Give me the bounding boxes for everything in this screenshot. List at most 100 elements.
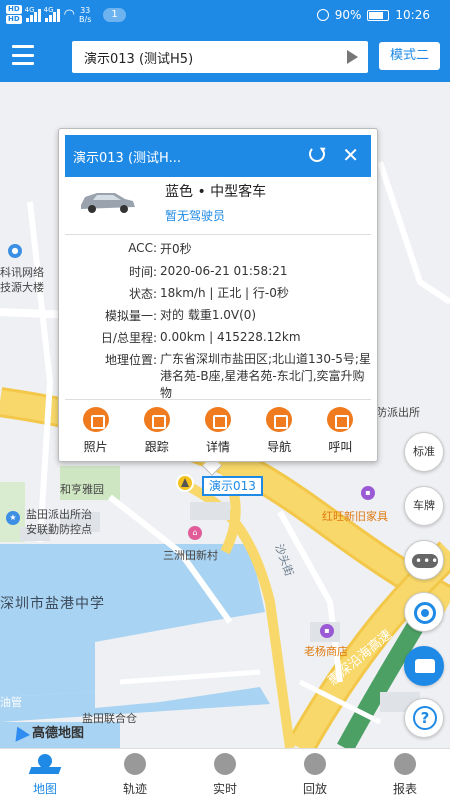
speed-value: 33 <box>80 5 91 15</box>
close-icon[interactable]: ✕ <box>342 142 359 168</box>
tab-label: 实时 <box>212 782 237 796</box>
car-image <box>81 193 135 213</box>
amap-logo-text: 高德地图 <box>32 726 85 741</box>
refresh-icon[interactable] <box>309 146 325 162</box>
notification-count: 1 <box>103 7 126 22</box>
action-label: 详情 <box>205 440 230 454</box>
app-header: 演示013 (测试H5) 模式二 <box>0 32 450 82</box>
tab-label: 轨迹 <box>122 782 147 796</box>
standard-map-button[interactable]: 标准 <box>404 432 444 472</box>
map-label-furniture: 红旺新旧家具 <box>322 510 388 523</box>
navigate-button[interactable]: 导航 <box>251 403 307 455</box>
info-value: 0.00km | 415228.12km <box>160 330 301 344</box>
car-icon <box>415 659 435 673</box>
report-icon <box>394 753 416 775</box>
menu-icon[interactable] <box>12 45 34 65</box>
map-label-laoyang: 老杨商店 <box>304 645 348 658</box>
tab-realtime[interactable]: 实时 <box>180 749 270 800</box>
popup-header: 演示013 (测试H... ✕ <box>65 135 371 177</box>
map-label-kexun: 科讯网络 <box>0 266 44 279</box>
phone-icon <box>327 407 354 432</box>
action-label: 照片 <box>83 440 108 454</box>
plate-toggle-button[interactable]: 车牌 <box>404 486 444 526</box>
info-value: 对的 载重1.0V(0) <box>160 308 257 322</box>
play-icon[interactable] <box>347 50 358 64</box>
vehicle-button[interactable] <box>404 646 444 686</box>
action-label: 导航 <box>267 440 292 454</box>
track-icon <box>143 407 170 432</box>
action-label: 跟踪 <box>144 440 169 454</box>
details-button[interactable]: 详情 <box>190 403 246 455</box>
track-button[interactable]: 跟踪 <box>129 403 185 455</box>
shop-icon: ▪ <box>361 486 375 500</box>
video-icon <box>214 753 236 775</box>
map-label-jiyuan: 技源大楼 <box>0 281 44 294</box>
info-label: 地理位置: <box>104 353 157 367</box>
map-label-warehouse: 盐田联合仓 <box>82 712 137 725</box>
divider <box>65 399 371 400</box>
map-icon <box>28 751 62 775</box>
vehicle-marker-label[interactable]: 演示013 <box>202 476 263 496</box>
action-label: 呼叫 <box>328 440 353 454</box>
divider <box>65 234 371 235</box>
info-value: 开0秒 <box>160 242 192 256</box>
popup-actions: 照片 跟踪 详情 导航 呼叫 <box>65 403 371 455</box>
tab-report[interactable]: 报表 <box>360 749 450 800</box>
tab-label: 回放 <box>302 782 327 796</box>
poi-icon: ● <box>8 244 22 258</box>
battery-percent: 90% <box>334 8 362 22</box>
hd-badge-1: HD <box>6 5 22 14</box>
network-type-2: 4G <box>43 5 54 14</box>
info-value: 广东省深圳市盐田区;北山道130-5号;星港名苑-B座,星港名苑-东北门,奕富升… <box>160 352 371 400</box>
map-label-school: 深圳市盐港中学 <box>0 596 105 612</box>
vehicle-search-box[interactable]: 演示013 (测试H5) <box>72 41 368 73</box>
speed-unit: B/s <box>79 14 92 24</box>
map-label-police-station: 防派出所 <box>376 406 420 419</box>
police-icon: ★ <box>6 511 20 525</box>
route-icon <box>124 753 146 775</box>
mode-button[interactable]: 模式二 <box>379 42 440 70</box>
call-button[interactable]: 呼叫 <box>312 403 368 455</box>
vehicle-type: 蓝色 • 中型客车 <box>165 184 267 200</box>
driver-status: 暂无驾驶员 <box>165 209 226 223</box>
help-button[interactable]: ? <box>404 698 444 738</box>
battery-icon <box>367 9 390 21</box>
info-label: 日/总里程: <box>100 331 157 345</box>
locate-button[interactable] <box>404 592 444 632</box>
tab-track[interactable]: 轨迹 <box>90 749 180 800</box>
tab-map[interactable]: 地图 <box>0 749 90 800</box>
white-road-3 <box>377 161 450 305</box>
signal-icon-2: 4G <box>43 5 60 22</box>
map-label-sanzhoutian: 三洲田新村 <box>163 549 218 562</box>
bottom-nav: 地图 轨迹 实时 回放 报表 <box>0 748 450 800</box>
map-label-police-2: 安联勤防控点 <box>26 523 92 536</box>
photo-button[interactable]: 照片 <box>68 403 124 455</box>
vehicle-marker-icon[interactable] <box>176 474 194 492</box>
info-value: 18km/h | 正北 | 行-0秒 <box>160 286 289 300</box>
vehicle-search-value: 演示013 (测试H5) <box>84 52 194 67</box>
hd-badge-2: HD <box>6 15 22 24</box>
map-label-heheng: 和亨雅园 <box>60 483 104 496</box>
camera-icon <box>82 407 109 432</box>
locate-icon <box>414 602 436 624</box>
playback-icon <box>304 753 326 775</box>
signal-icon: 4G <box>24 5 41 22</box>
hd-indicator: HD HD <box>6 5 22 24</box>
popup-title: 演示013 (测试H... <box>73 151 181 166</box>
store-icon: ▪ <box>320 624 334 638</box>
tab-playback[interactable]: 回放 <box>270 749 360 800</box>
more-dots-icon <box>412 542 439 580</box>
alarm-icon <box>316 9 329 21</box>
network-type-1: 4G <box>24 5 35 14</box>
info-value: 2020-06-21 01:58:21 <box>160 264 288 278</box>
village-icon: ⌂ <box>188 526 202 540</box>
map-label-pipe: 油管 <box>0 696 22 709</box>
info-label: 状态: <box>128 287 157 301</box>
white-road-2 <box>27 201 54 543</box>
status-bar: HD HD 4G 4G ◠ 33 B/s 1 90% 10:26 <box>0 0 450 32</box>
more-button[interactable] <box>404 540 444 580</box>
amap-logo-icon <box>10 723 30 742</box>
tab-label: 报表 <box>392 782 417 796</box>
map-label-police-1: 盐田派出所治 <box>26 508 92 521</box>
info-label: ACC: <box>128 241 157 255</box>
